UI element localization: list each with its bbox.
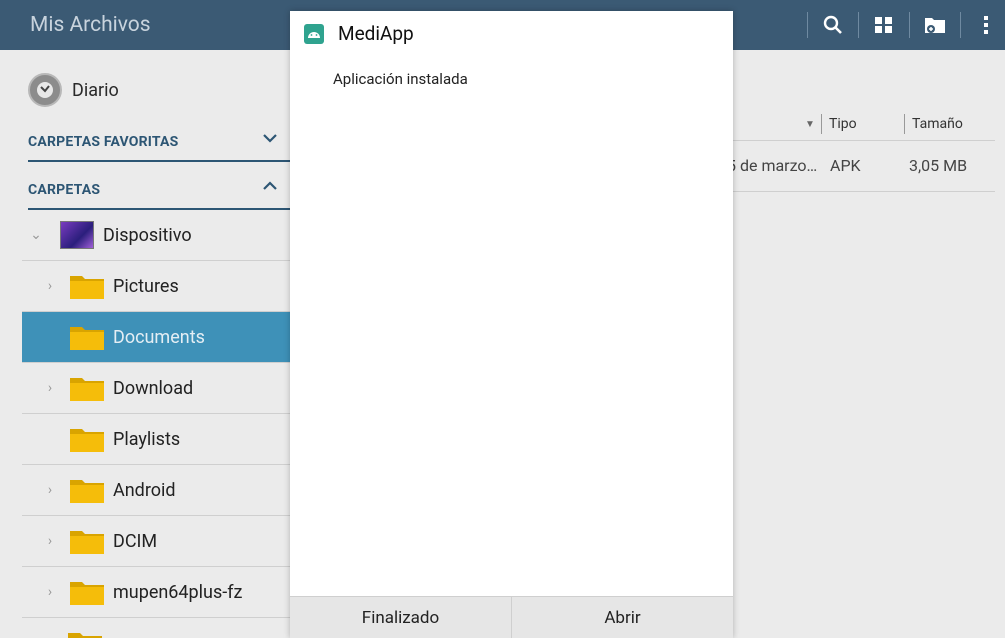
tree-item-mupen64plus-fz[interactable]: › mupen64plus-fz [22, 567, 290, 618]
open-button[interactable]: Abrir [511, 597, 733, 638]
folder-icon [68, 630, 102, 638]
file-size: 3,05 MB [909, 156, 968, 175]
expand-arrow-icon[interactable]: › [36, 533, 64, 549]
favorites-section-header[interactable]: CARPETAS FAVORITAS [28, 134, 290, 162]
diario-item[interactable]: Diario [28, 70, 119, 110]
tree-item-dispositivo[interactable]: ⌄ Dispositivo [22, 210, 290, 261]
dialog-title: MediApp [338, 22, 414, 45]
toolbar-actions [793, 0, 1005, 50]
clock-icon [28, 73, 62, 107]
tree-item-dcim[interactable]: › DCIM [22, 516, 290, 567]
folder-icon [70, 426, 104, 452]
diario-label: Diario [72, 79, 119, 101]
file-date: 5 de marzo… [727, 156, 818, 175]
search-icon[interactable] [822, 14, 844, 36]
toolbar-divider [909, 12, 910, 38]
tree-item-label: Android [113, 479, 176, 501]
folder-icon [70, 579, 104, 605]
file-type: APK [830, 156, 861, 175]
tree-item-label: mupen64plus-fz [113, 581, 243, 603]
toolbar-divider [807, 12, 808, 38]
folder-icon [70, 375, 104, 401]
sidebar: Diario CARPETAS FAVORITAS CARPETAS ⌄ Dis… [0, 50, 290, 638]
android-app-icon [304, 23, 324, 44]
tree-item-pictures[interactable]: › Pictures [22, 261, 290, 312]
device-icon [60, 221, 94, 249]
chevron-down-icon [262, 132, 278, 148]
tree-item-documents[interactable]: Documents [22, 312, 290, 363]
tree-item-label: Playlists [113, 428, 181, 450]
sort-arrow-icon[interactable]: ▼ [805, 119, 815, 130]
folder-icon [70, 273, 104, 299]
folder-icon [70, 324, 104, 350]
app-title: Mis Archivos [30, 13, 151, 37]
folders-section-header[interactable]: CARPETAS [28, 180, 290, 210]
done-button[interactable]: Finalizado [290, 597, 511, 638]
tree-item-label: Pictures [113, 275, 179, 297]
tree-item-label: DCIM [113, 530, 158, 552]
dialog-message: Aplicación instalada [333, 70, 468, 88]
tree-item-label: Download [113, 377, 194, 399]
favorites-header-label: CARPETAS FAVORITAS [28, 134, 179, 150]
column-size[interactable]: Tamaño [912, 116, 963, 132]
section-divider [28, 160, 290, 162]
chevron-up-icon [262, 180, 278, 196]
toolbar-divider [960, 12, 961, 38]
tree-item-label: Dispositivo [103, 224, 192, 246]
expand-arrow-icon[interactable]: › [36, 380, 64, 396]
grid-view-icon[interactable] [873, 14, 895, 36]
expand-arrow-icon[interactable]: › [36, 278, 64, 294]
column-type[interactable]: Tipo [829, 116, 857, 132]
new-folder-icon[interactable] [924, 14, 946, 36]
expand-arrow-icon[interactable]: ⌄ [22, 227, 50, 243]
file-row[interactable]: 5 de marzo… APK 3,05 MB [727, 141, 995, 192]
folder-icon [70, 528, 104, 554]
dialog-button-bar: Finalizado Abrir [290, 596, 733, 638]
file-list-header: ▼ Tipo Tamaño [733, 110, 995, 141]
toolbar-divider [858, 12, 859, 38]
dialog-header: MediApp [304, 22, 414, 45]
tree-item-android[interactable]: › Android [22, 465, 290, 516]
tree-item-playlists[interactable]: Playlists [22, 414, 290, 465]
expand-arrow-icon[interactable]: › [36, 584, 64, 600]
more-vert-icon[interactable] [975, 14, 997, 36]
folders-header-label: CARPETAS [28, 182, 101, 198]
tree-item-download[interactable]: › Download [22, 363, 290, 414]
tree-item-label: Documents [113, 326, 205, 348]
folder-icon [70, 477, 104, 503]
expand-arrow-icon[interactable]: › [36, 482, 64, 498]
install-dialog: MediApp Aplicación instalada Finalizado … [290, 11, 733, 638]
